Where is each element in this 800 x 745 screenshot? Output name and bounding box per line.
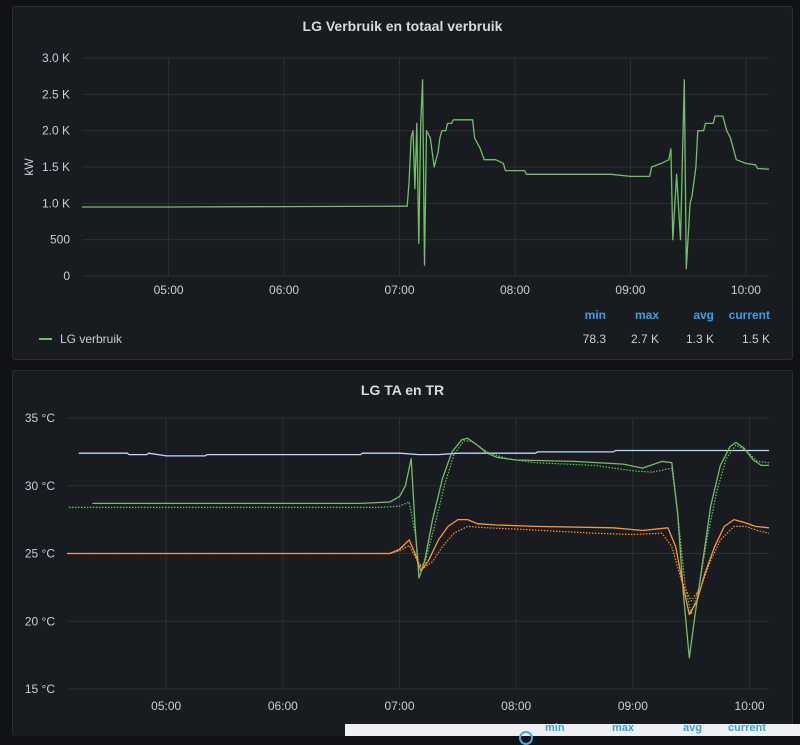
y-tick-label: 2.5 K (42, 87, 70, 101)
stat-value-current: 1.5 K (741, 332, 770, 346)
x-tick-label: 06:00 (268, 699, 298, 713)
x-tick-label: 08:00 (500, 283, 530, 297)
stat-header-avg-2[interactable]: avg (683, 722, 702, 734)
x-tick-label: 07:00 (385, 283, 415, 297)
circle-icon (519, 731, 533, 745)
stat-value-max: 2.7 K (630, 332, 659, 346)
y-tick-label: 30 °C (25, 479, 55, 493)
y-tick-label: 3.0 K (42, 51, 70, 65)
x-tick-label: 05:00 (151, 699, 181, 713)
x-tick-label: 10:00 (731, 283, 761, 297)
stat-value-avg: 1.3 K (685, 332, 714, 346)
x-tick-label: 05:00 (154, 283, 184, 297)
stat-header-current-2[interactable]: current (728, 722, 766, 734)
series-line-1[interactable] (82, 79, 770, 270)
y-tick-label: 1.0 K (42, 196, 70, 210)
series-line-2[interactable] (92, 437, 769, 659)
x-tick-label: 09:00 (615, 283, 645, 297)
stat-header-max-2[interactable]: max (612, 722, 634, 734)
temperature-chart: 15 °C 20 °C 25 °C 30 °C 35 °C 05:00 06:00 07:00… (25, 411, 770, 713)
x-tick-label: 10:00 (735, 699, 765, 713)
x-tick-label: 07:00 (385, 699, 415, 713)
x-tick-label: 09:00 (618, 699, 648, 713)
y-tick-label: 25 °C (25, 547, 55, 561)
stat-header-avg[interactable]: avg (681, 308, 714, 322)
y-tick-label: 500 (50, 233, 70, 247)
stat-header-min-2[interactable]: min (545, 722, 565, 734)
x-tick-label: 08:00 (501, 699, 531, 713)
stat-value-min: 78.3 (582, 332, 606, 346)
power-chart: 0 500 1.0 K 1.5 K 2.0 K 2.5 K 3.0 K 05:00 06:00 0… (22, 51, 770, 297)
y-tick-label: 35 °C (25, 411, 55, 425)
y-tick-label: 20 °C (25, 614, 55, 628)
legend-label: LG verbruik (60, 332, 123, 346)
series-line-1[interactable] (78, 449, 769, 457)
y-tick-label: 0 (63, 269, 70, 283)
y-tick-label: 2.0 K (42, 124, 70, 138)
temperature-panel: LG TA en TR 15 °C 20 °C 25 °C 30 °C 35 °C 05:… (12, 370, 793, 736)
stat-header-current[interactable]: current (723, 308, 770, 322)
y-axis-label: kW (22, 158, 36, 176)
y-tick-label: 1.5 K (42, 160, 70, 174)
y-tick-label: 15 °C (25, 682, 55, 696)
stat-header-max[interactable]: max (623, 308, 659, 322)
power-panel: LG Verbruik en totaal verbruik 0 500 1.0 K… (12, 6, 793, 360)
x-tick-label: 06:00 (269, 283, 299, 297)
legend-swatch (39, 338, 52, 340)
stat-header-min[interactable]: min (573, 308, 606, 322)
legend-item-lg-verbruik[interactable]: LG verbruik (39, 332, 122, 346)
